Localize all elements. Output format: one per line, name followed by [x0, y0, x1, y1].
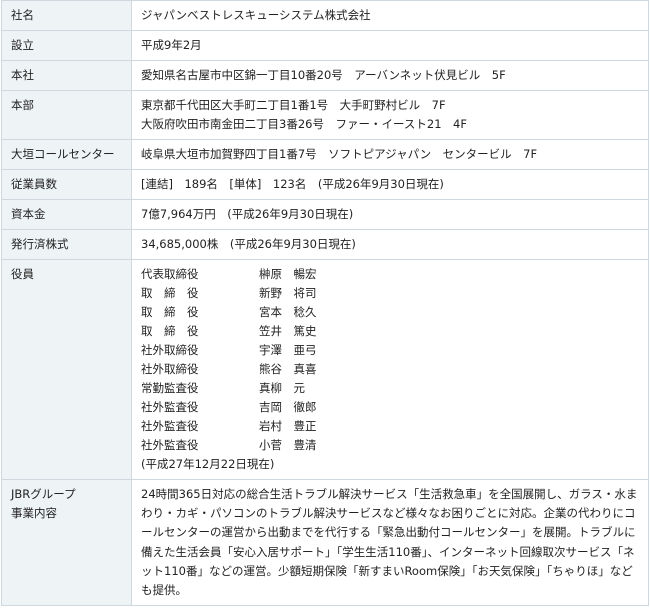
row-established: 設立 平成9年2月 — [1, 30, 649, 61]
officer-role: 取 締 役 — [141, 286, 199, 300]
officer-role: 社外監査役 — [141, 419, 199, 433]
officer-name: 小菅 豊清 — [259, 438, 317, 452]
officer-role: 社外取締役 — [141, 343, 199, 357]
value-shares: 34,685,000株 (平成26年9月30日現在) — [131, 229, 649, 260]
label-officers: 役員 — [1, 259, 132, 480]
officer-role: 社外監査役 — [141, 438, 199, 452]
row-shares: 発行済株式 34,685,000株 (平成26年9月30日現在) — [1, 229, 649, 260]
label-company-name: 社名 — [1, 0, 132, 31]
officer-role: 社外監査役 — [141, 400, 199, 414]
row-headquarters: 本部 東京都千代田区大手町二丁目1番1号 大手町野村ビル 7F 大阪府吹田市南金… — [1, 90, 649, 140]
label-capital: 資本金 — [1, 199, 132, 230]
row-business: JBRグループ 事業内容 24時間365日対応の総合生活トラブル解決サービス「生… — [1, 478, 649, 607]
row-officers: 役員 代表取締役 榊原 暢宏 取 締 役 新野 将司 取 締 役 宮本 稔久 取… — [1, 259, 649, 480]
label-business-line1: JBRグループ — [11, 487, 76, 501]
row-employees: 従業員数 [連結] 189名 [単体] 123名 (平成26年9月30日現在) — [1, 169, 649, 200]
value-headquarters: 東京都千代田区大手町二丁目1番1号 大手町野村ビル 7F 大阪府吹田市南金田二丁… — [131, 90, 649, 140]
officer-row: 社外監査役 岩村 豊正 — [141, 417, 640, 436]
officer-name: 岩村 豊正 — [259, 419, 317, 433]
officer-role: 常勤監査役 — [141, 381, 199, 395]
officer-row: 代表取締役 榊原 暢宏 — [141, 265, 640, 284]
officer-row: 常勤監査役 真柳 元 — [141, 379, 640, 398]
officer-row: 社外監査役 吉岡 徹郎 — [141, 398, 640, 417]
officer-name: 榊原 暢宏 — [259, 267, 317, 281]
row-call-center: 大垣コールセンター 岐阜県大垣市加賀野四丁目1番7号 ソフトピアジャパン センタ… — [1, 139, 649, 170]
value-call-center: 岐阜県大垣市加賀野四丁目1番7号 ソフトピアジャパン センタービル 7F — [131, 139, 649, 170]
company-profile-table: 社名 ジャパンベストレスキューシステム株式会社 設立 平成9年2月 本社 愛知県… — [1, 0, 649, 607]
label-established: 設立 — [1, 30, 132, 61]
officer-row: 社外取締役 熊谷 真喜 — [141, 360, 640, 379]
label-headquarters: 本部 — [1, 90, 132, 140]
label-business: JBRグループ 事業内容 — [1, 478, 132, 607]
headquarters-osaka: 大阪府吹田市南金田二丁目3番26号 ファー・イースト21 4F — [141, 117, 467, 131]
label-call-center: 大垣コールセンター — [1, 139, 132, 170]
row-head-office: 本社 愛知県名古屋市中区錦一丁目10番20号 アーバンネット伏見ビル 5F — [1, 60, 649, 91]
label-shares: 発行済株式 — [1, 229, 132, 260]
officer-name: 笠井 篤史 — [259, 324, 317, 338]
officer-row: 社外取締役 宇澤 亜弓 — [141, 341, 640, 360]
row-company-name: 社名 ジャパンベストレスキューシステム株式会社 — [1, 0, 649, 31]
officer-role: 取 締 役 — [141, 324, 199, 338]
value-company-name: ジャパンベストレスキューシステム株式会社 — [131, 0, 649, 31]
officer-role: 代表取締役 — [141, 267, 199, 281]
officer-name: 真柳 元 — [259, 381, 305, 395]
value-capital: 7億7,964万円 (平成26年9月30日現在) — [131, 199, 649, 230]
officers-as-of-note: (平成27年12月22日現在) — [141, 457, 275, 471]
value-business: 24時間365日対応の総合生活トラブル解決サービス「生活救急車」を全国展開し、ガ… — [131, 478, 649, 607]
officer-role: 社外取締役 — [141, 362, 199, 376]
label-business-line2: 事業内容 — [11, 506, 57, 520]
row-capital: 資本金 7億7,964万円 (平成26年9月30日現在) — [1, 199, 649, 230]
officer-name: 熊谷 真喜 — [259, 362, 317, 376]
officer-row: 社外監査役 小菅 豊清 — [141, 436, 640, 455]
value-employees: [連結] 189名 [単体] 123名 (平成26年9月30日現在) — [131, 169, 649, 200]
headquarters-tokyo: 東京都千代田区大手町二丁目1番1号 大手町野村ビル 7F — [141, 98, 446, 112]
officer-name: 吉岡 徹郎 — [259, 400, 317, 414]
officer-name: 宇澤 亜弓 — [259, 343, 317, 357]
value-officers: 代表取締役 榊原 暢宏 取 締 役 新野 将司 取 締 役 宮本 稔久 取 締 … — [131, 259, 649, 480]
officer-row: 取 締 役 宮本 稔久 — [141, 303, 640, 322]
label-head-office: 本社 — [1, 60, 132, 91]
value-head-office: 愛知県名古屋市中区錦一丁目10番20号 アーバンネット伏見ビル 5F — [131, 60, 649, 91]
officer-name: 新野 将司 — [259, 286, 317, 300]
officer-name: 宮本 稔久 — [259, 305, 317, 319]
value-established: 平成9年2月 — [131, 30, 649, 61]
label-employees: 従業員数 — [1, 169, 132, 200]
officer-row: 取 締 役 新野 将司 — [141, 284, 640, 303]
officer-row: 取 締 役 笠井 篤史 — [141, 322, 640, 341]
officer-role: 取 締 役 — [141, 305, 199, 319]
